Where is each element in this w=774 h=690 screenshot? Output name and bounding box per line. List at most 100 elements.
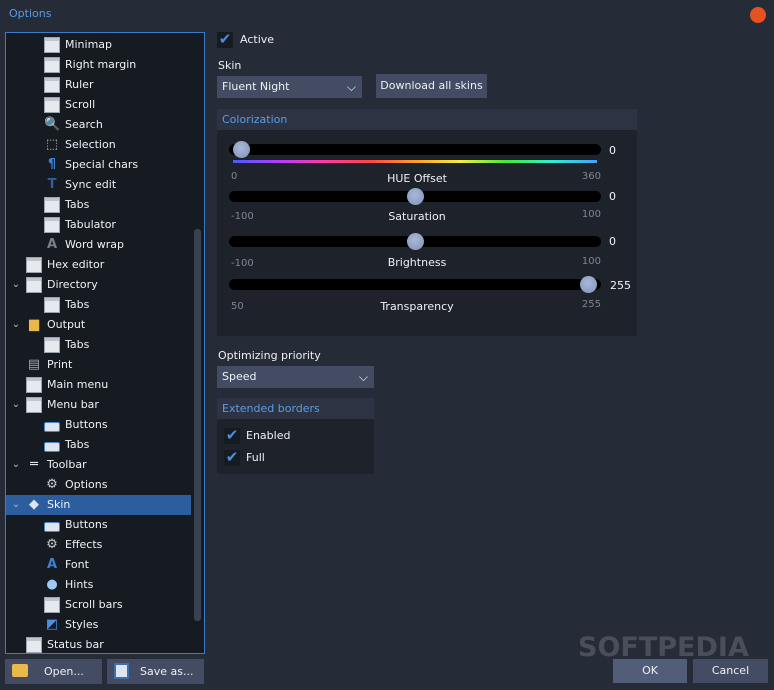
hue-spectrum-bar <box>233 160 597 163</box>
tree-item-label: Toolbar <box>47 458 87 471</box>
hex-editor-icon <box>26 257 42 273</box>
brightness-slider-thumb[interactable] <box>406 233 424 250</box>
tree-item-scroll[interactable]: Scroll <box>6 95 188 115</box>
tree-item-options[interactable]: ⚙ Options <box>6 475 188 495</box>
tabs-icon <box>44 337 60 353</box>
tree-item-label: Right margin <box>65 58 137 71</box>
tree-item-skin[interactable]: ⌄ ◆ Skin <box>6 495 191 515</box>
tree-item-word-wrap[interactable]: A Word wrap <box>6 235 188 255</box>
skin-label: Skin <box>218 59 242 72</box>
saturation-slider-thumb[interactable] <box>406 188 424 205</box>
speech-bubble-icon: ● <box>46 577 58 592</box>
selection-icon: ⬚ <box>45 137 59 152</box>
tree-item-menu-bar[interactable]: ⌄ Menu bar <box>6 395 188 415</box>
optimizing-priority-select[interactable]: Speed ⌵ <box>217 366 374 388</box>
tree-item-scroll-bars[interactable]: Scroll bars <box>6 595 188 615</box>
styles-brush-icon: ◩ <box>45 617 59 632</box>
tree-item-label: Selection <box>65 138 116 151</box>
tree-item-label: Buttons <box>65 518 108 531</box>
hue-offset-slider-thumb[interactable] <box>233 141 250 158</box>
chevron-down-icon[interactable]: ⌄ <box>10 275 22 295</box>
tabs-icon <box>44 197 60 213</box>
extended-borders-panel <box>217 419 374 474</box>
tree-item-directory[interactable]: ⌄ Directory <box>6 275 188 295</box>
tree-item-label: Search <box>65 118 103 131</box>
tree-item-output[interactable]: ⌄ ▆ Output <box>6 315 188 335</box>
tree-scrollbar[interactable] <box>194 229 201 621</box>
transparency-value: 255 <box>610 279 631 292</box>
tree-item-label: Scroll <box>65 98 96 111</box>
tree-item-label: Styles <box>65 618 99 631</box>
tree-item-search[interactable]: 🔍 Search <box>6 115 188 135</box>
brightness-caption: Brightness <box>387 256 447 269</box>
close-button[interactable] <box>750 7 766 23</box>
tree-item-effects[interactable]: ⚙ Effects <box>6 535 188 555</box>
printer-icon: ▤ <box>27 357 41 372</box>
tree-item-special-chars[interactable]: ¶ Special chars <box>6 155 188 175</box>
tree-item-hex-editor[interactable]: Hex editor <box>6 255 188 275</box>
pilcrow-icon: ¶ <box>47 157 57 172</box>
tree-item-label: Sync edit <box>65 178 117 191</box>
tree-item-font[interactable]: A Font <box>6 555 188 575</box>
tree-item-toolbar[interactable]: ⌄ ═ Toolbar <box>6 455 188 475</box>
chevron-down-icon[interactable]: ⌄ <box>10 395 22 415</box>
tabs-icon <box>44 297 60 313</box>
tree-item-label: Main menu <box>47 378 109 391</box>
tree-item-tabs[interactable]: Tabs <box>6 295 188 315</box>
hue-offset-slider-track[interactable] <box>229 144 601 155</box>
tree-item-label: Ruler <box>65 78 94 91</box>
tree-item-buttons[interactable]: Buttons <box>6 415 188 435</box>
tree-item-tabs[interactable]: Tabs <box>6 335 188 355</box>
tree-item-hints[interactable]: ● Hints <box>6 575 188 595</box>
full-checkbox[interactable]: ✔ <box>224 450 240 466</box>
open-folder-icon <box>12 664 28 677</box>
download-all-skins-button[interactable]: Download all skins <box>376 74 487 98</box>
tree-item-label: Tabs <box>65 338 90 351</box>
word-wrap-icon: A <box>46 237 58 252</box>
tree-item-label: Font <box>65 558 89 571</box>
full-label: Full <box>246 451 265 464</box>
tree-item-main-menu[interactable]: Main menu <box>6 375 188 395</box>
enabled-checkbox[interactable]: ✔ <box>224 428 240 444</box>
chevron-down-icon[interactable]: ⌄ <box>10 495 22 515</box>
tree-item-label: Tabulator <box>65 218 116 231</box>
tab-shape-icon <box>44 441 60 452</box>
tree-item-label: Scroll bars <box>65 598 123 611</box>
chevron-down-icon[interactable]: ⌄ <box>10 455 22 475</box>
tree-item-print[interactable]: ▤ Print <box>6 355 188 375</box>
save-as-button[interactable]: Save as... <box>107 659 204 684</box>
skin-palette-icon: ◆ <box>29 497 39 512</box>
tabulator-icon <box>44 217 60 233</box>
tree-item-right-margin[interactable]: Right margin <box>6 55 188 75</box>
tree-item-selection[interactable]: ⬚ Selection <box>6 135 188 155</box>
tree-item-tabs[interactable]: Tabs <box>6 195 188 215</box>
tree-item-styles[interactable]: ◩ Styles <box>6 615 188 635</box>
buttons-icon <box>44 421 60 432</box>
tree-item-buttons[interactable]: Buttons <box>6 515 188 535</box>
options-tree[interactable]: Minimap Right margin Ruler Scroll 🔍 Search ⬚ Se… <box>5 32 205 654</box>
tree-item-tabs[interactable]: Tabs <box>6 435 188 455</box>
tree-item-tabulator[interactable]: Tabulator <box>6 215 188 235</box>
saturation-min-label: -100 <box>231 211 254 222</box>
tree-item-ruler[interactable]: Ruler <box>6 75 188 95</box>
chevron-down-icon: ⌵ <box>346 80 356 94</box>
tree-item-label: Hex editor <box>47 258 105 271</box>
active-label: Active <box>240 33 275 46</box>
active-checkbox[interactable]: ✔ <box>217 32 233 48</box>
tree-item-status-bar[interactable]: Status bar <box>6 635 188 653</box>
tree-item-sync-edit[interactable]: T Sync edit <box>6 175 188 195</box>
ok-button[interactable]: OK <box>613 659 687 683</box>
tree-item-label: Tabs <box>65 298 90 311</box>
transparency-slider-track[interactable] <box>229 279 601 290</box>
chevron-down-icon[interactable]: ⌄ <box>10 315 22 335</box>
tree-item-label: Hints <box>65 578 94 591</box>
cancel-button[interactable]: Cancel <box>693 659 768 683</box>
colorization-header: Colorization <box>217 109 637 130</box>
skin-select[interactable]: Fluent Night ⌵ <box>217 76 362 98</box>
tree-item-label: Minimap <box>65 38 113 51</box>
transparency-slider-thumb[interactable] <box>580 276 597 293</box>
tree-item-minimap[interactable]: Minimap <box>6 35 188 55</box>
floppy-disk-icon <box>114 663 129 679</box>
open-button[interactable]: Open... <box>5 659 102 684</box>
tree-item-label: Options <box>65 478 108 491</box>
